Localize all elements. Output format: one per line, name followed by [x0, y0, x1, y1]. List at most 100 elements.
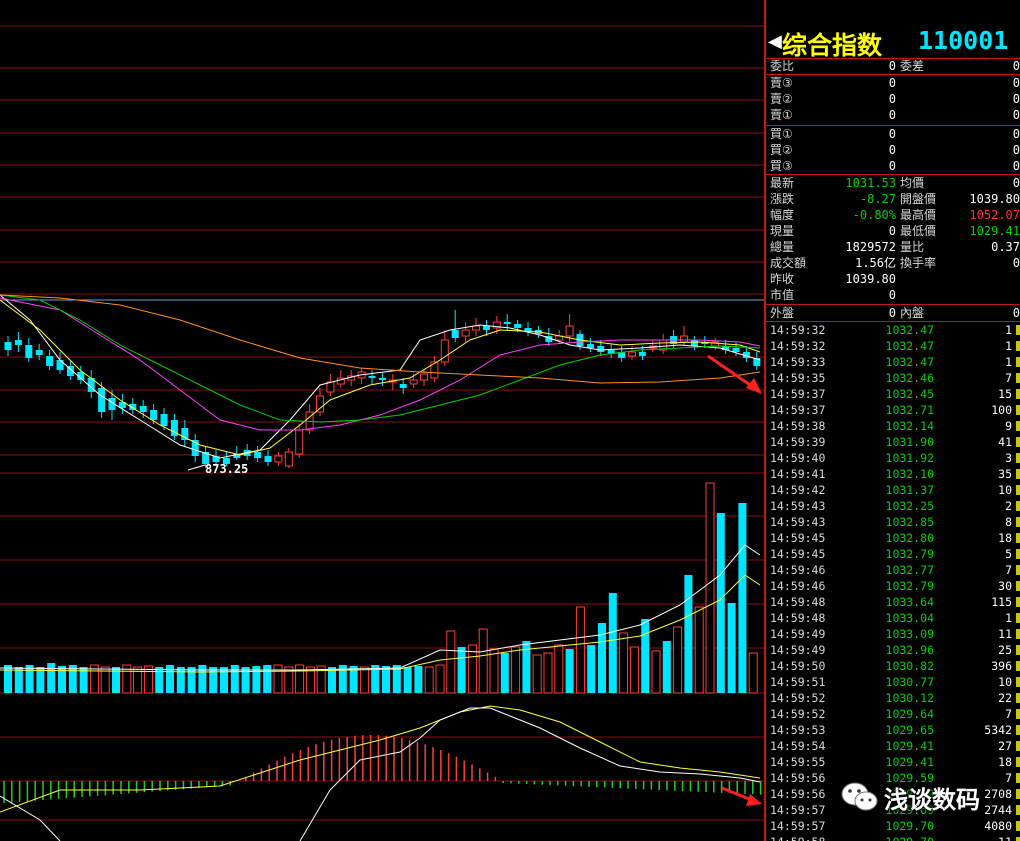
trade-time: 14:59:42 — [770, 483, 826, 497]
volume-bar — [587, 645, 596, 693]
trade-volume: 22 — [998, 691, 1012, 705]
trade-volume: 115 — [991, 595, 1012, 609]
volume-bar — [176, 667, 185, 693]
volume-bar — [403, 667, 412, 693]
trade-row: 14:59:42 1031.37 10 — [766, 482, 1020, 498]
kline-chart[interactable]: 873.25 — [0, 0, 764, 841]
volume-bar — [295, 664, 305, 694]
volume-bar — [220, 667, 228, 693]
trade-flag — [1016, 357, 1020, 367]
trade-price: 1032.25 — [885, 499, 934, 513]
volume-bar — [748, 652, 758, 694]
candle-body — [482, 326, 490, 330]
volume-bar — [58, 666, 66, 693]
prev-arrow-icon[interactable]: ◀ — [768, 31, 782, 52]
trade-row: 14:59:52 1029.64 7 — [766, 706, 1020, 722]
trade-price: 1029.41 — [885, 739, 934, 753]
trade-row: 14:59:54 1029.41 27 — [766, 738, 1020, 754]
stat-row: 市值 0 — [766, 287, 1020, 303]
trade-flag — [1016, 437, 1020, 447]
trade-row: 14:59:53 1029.65 5342 — [766, 722, 1020, 738]
trade-volume: 100 — [991, 403, 1012, 417]
trade-flag — [1016, 565, 1020, 575]
stat-row: 幅度 -0.80% 最高價 1052.07 — [766, 207, 1020, 223]
macd-dif-line — [299, 707, 761, 841]
order-ratio-value: 0 — [888, 59, 896, 73]
trade-time: 14:59:58 — [770, 834, 825, 841]
volume-bar — [694, 606, 704, 694]
stat-label-2: 均價 — [900, 176, 925, 190]
trade-flag — [1016, 453, 1020, 463]
trade-time: 14:59:57 — [770, 819, 826, 833]
macd-dif-line — [0, 795, 61, 841]
candle-body — [284, 451, 293, 467]
trade-time: 14:59:45 — [770, 547, 826, 561]
volume-bar — [155, 667, 164, 693]
sell-level-value: 0 — [888, 76, 896, 90]
volume-bar — [716, 513, 725, 693]
trade-volume: 1 — [1005, 355, 1012, 369]
low-price-label: 873.25 — [205, 462, 248, 476]
trade-time: 14:59:52 — [770, 691, 826, 705]
trade-row: 14:59:41 1032.10 35 — [766, 466, 1020, 482]
trade-row: 14:59:50 1030.82 396 — [766, 658, 1020, 674]
volume-bar — [662, 641, 671, 693]
volume-bar — [684, 575, 693, 693]
buy-level-row: 買② 0 0 — [766, 142, 1020, 158]
trade-time: 14:59:48 — [770, 611, 826, 625]
trade-flag — [1016, 581, 1020, 591]
stat-label-2: 最高價 — [900, 208, 937, 222]
volume-bar — [629, 646, 639, 694]
volume-bar — [673, 626, 683, 694]
candle-body — [378, 378, 386, 380]
trade-flag — [1016, 645, 1020, 655]
trade-flag — [1016, 677, 1020, 687]
candle-body — [25, 345, 33, 358]
trade-volume: 1 — [1005, 611, 1012, 625]
trade-row: 14:59:58 1029.70 11 — [766, 834, 1020, 841]
stat-value-2: 0.37 — [991, 240, 1020, 254]
trade-volume: 5 — [1005, 547, 1012, 561]
trade-flag — [1016, 405, 1020, 415]
outer-label: 外盤 — [770, 306, 795, 320]
trade-price: 1029.70 — [885, 819, 934, 833]
trade-volume: 11 — [998, 627, 1012, 641]
trade-time: 14:59:37 — [770, 403, 826, 417]
stat-row: 總量 1829572 量比 0.37 — [766, 239, 1020, 255]
trade-volume: 4080 — [984, 819, 1012, 833]
candle-body — [451, 330, 459, 338]
volume-bar — [424, 666, 434, 694]
buy-level-value: 0 — [888, 159, 896, 173]
stat-label-2: 換手率 — [900, 256, 937, 270]
candle-body — [399, 384, 407, 388]
inner-value: 0 — [1012, 306, 1020, 320]
volume-bar — [532, 654, 542, 694]
trade-time: 14:59:43 — [770, 499, 826, 513]
stat-label: 漲跌 — [770, 192, 795, 206]
stat-label: 幅度 — [770, 208, 795, 222]
trade-row: 14:59:46 1032.77 7 — [766, 562, 1020, 578]
volume-bar — [575, 606, 585, 694]
trade-flag — [1016, 661, 1020, 671]
volume-bar — [511, 646, 521, 694]
trade-price: 1032.85 — [885, 515, 934, 529]
trade-time: 14:59:41 — [770, 467, 826, 481]
sell-level-qty: 0 — [1012, 76, 1020, 90]
stat-label: 成交額 — [770, 256, 807, 270]
trade-time: 14:59:46 — [770, 579, 826, 593]
trade-flag — [1016, 757, 1020, 767]
candle-body — [14, 340, 22, 345]
trade-flag — [1016, 821, 1020, 831]
index-name: 综合指数 — [782, 31, 883, 60]
trade-row: 14:59:39 1031.90 41 — [766, 434, 1020, 450]
trade-volume: 9 — [1005, 419, 1012, 433]
volume-bar — [565, 649, 574, 693]
trade-price: 1032.79 — [885, 579, 934, 593]
sell-level-label: 賣② — [770, 92, 793, 106]
sell-level-label: 賣③ — [770, 76, 793, 90]
index-code: 110001 — [918, 26, 1009, 55]
trade-time: 14:59:51 — [770, 675, 826, 689]
candle-body — [514, 324, 522, 328]
kline-chart-area[interactable]: 873.25 — [0, 0, 764, 841]
inner-label: 內盤 — [900, 306, 925, 320]
